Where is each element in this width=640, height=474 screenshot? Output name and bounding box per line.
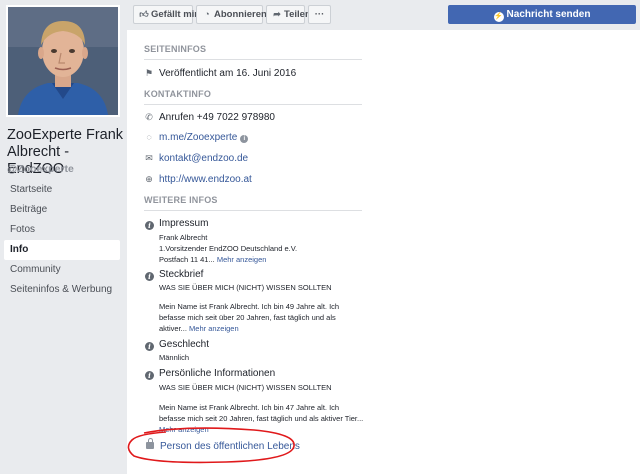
phone-icon: ✆ xyxy=(145,112,153,122)
impressum-line: Postfach 11 41... xyxy=(159,255,215,264)
info-badge-icon: i xyxy=(145,342,154,351)
steckbrief-title: Steckbrief xyxy=(159,269,204,280)
impressum-text: Frank Albrecht 1.Vorsitzender EndZOO Deu… xyxy=(159,232,369,265)
info-badge-icon: i xyxy=(145,371,154,380)
email-link[interactable]: kontakt@endzoo.de xyxy=(159,153,248,164)
like-button[interactable]: 👍︎ Gefällt mir xyxy=(133,5,198,24)
personal-info-text: WAS SIE ÜBER MICH (NICHT) WISSEN SOLLTEN… xyxy=(159,382,379,435)
more-label: ··· xyxy=(314,9,325,20)
share-button[interactable]: ➦ Teilen xyxy=(266,5,311,24)
envelope-icon: ✉ xyxy=(145,153,153,163)
impressum-title: Impressum xyxy=(159,218,209,229)
nav-item-seiteninfos-werbung[interactable]: Seiteninfos & Werbung xyxy=(4,280,120,300)
info-icon[interactable]: i xyxy=(240,135,249,143)
nav-item-beitraege[interactable]: Beiträge xyxy=(4,200,120,220)
website-link[interactable]: http://www.endzoo.at xyxy=(159,174,252,185)
section-heading-kontaktinfo: KONTAKTINFO xyxy=(144,89,212,99)
subscribe-label: Abonnieren xyxy=(214,9,267,20)
page-nav: Startseite Beiträge Fotos Info Community… xyxy=(4,180,120,300)
lock-icon xyxy=(146,438,154,449)
public-figure-link[interactable]: Person des öffentlichen Lebens xyxy=(160,441,300,452)
phone-text[interactable]: Anrufen +49 7022 978980 xyxy=(159,112,275,123)
flag-icon: ⚑ xyxy=(144,68,154,78)
impressum-line: Frank Albrecht xyxy=(159,233,208,242)
personal-info-line: Mein Name ist Frank Albrecht. Ich bin 47… xyxy=(159,403,340,412)
avatar[interactable] xyxy=(6,5,120,117)
send-message-button[interactable]: ⚡ Nachricht senden xyxy=(448,5,636,24)
steckbrief-line: WAS SIE ÜBER MICH (NICHT) WISSEN SOLLTEN xyxy=(159,283,332,292)
nav-item-fotos[interactable]: Fotos xyxy=(4,220,120,240)
messenger-icon: ⚡ xyxy=(493,12,504,22)
steckbrief-line: befasse mich seit über 20 Jahren, fast t… xyxy=(159,313,336,322)
personal-info-line: befasse mich seit 20 Jahren, fast täglic… xyxy=(159,414,364,423)
personal-info-line: WAS SIE ÜBER MICH (NICHT) WISSEN SOLLTEN xyxy=(159,383,332,392)
divider xyxy=(144,104,362,105)
published-text: Veröffentlicht am 16. Juni 2016 xyxy=(159,68,297,79)
rss-icon: ◔ xyxy=(204,9,210,19)
nav-item-startseite[interactable]: Startseite xyxy=(4,180,120,200)
section-heading-weitere-infos: WEITERE INFOS xyxy=(144,195,218,205)
divider xyxy=(144,210,362,211)
share-arrow-icon: ➦ xyxy=(273,9,281,19)
messenger-icon: ◌ xyxy=(146,132,152,142)
more-options-button[interactable]: ··· xyxy=(308,5,331,24)
like-label: Gefällt mir xyxy=(151,9,198,20)
share-label: Teilen xyxy=(284,9,311,20)
public-figure-row: Person des öffentlichen Lebens xyxy=(146,438,300,452)
steckbrief-text: WAS SIE ÜBER MICH (NICHT) WISSEN SOLLTEN… xyxy=(159,282,369,334)
thumbs-up-icon: 👍︎ xyxy=(139,9,149,19)
nav-item-info[interactable]: Info xyxy=(4,240,120,260)
messenger-link[interactable]: m.me/Zooexperte xyxy=(159,132,237,143)
profile-photo xyxy=(8,7,118,115)
geschlecht-title: Geschlecht xyxy=(159,339,210,350)
left-column: ZooExperte Frank Albrecht - EndZOO @Zooe… xyxy=(0,0,127,474)
section-heading-seiteninfos: SEITENINFOS xyxy=(144,44,207,54)
nav-item-community[interactable]: Community xyxy=(4,260,120,280)
page-handle[interactable]: @Zooexperte xyxy=(7,163,74,175)
subscribe-button[interactable]: ◔ Abonnieren xyxy=(196,5,267,24)
steckbrief-line: aktiver... xyxy=(159,324,187,333)
steckbrief-line: Mein Name ist Frank Albrecht. Ich bin 49… xyxy=(159,302,340,311)
send-message-label: Nachricht senden xyxy=(506,9,591,20)
divider xyxy=(144,59,362,60)
impressum-more-link[interactable]: Mehr anzeigen xyxy=(217,255,267,264)
personal-info-more-link[interactable]: Mehr anzeigen xyxy=(159,425,209,434)
info-badge-icon: i xyxy=(145,221,154,230)
info-badge-icon: i xyxy=(145,272,154,281)
globe-icon: ⊕ xyxy=(145,174,153,184)
impressum-line: 1.Vorsitzender EndZOO Deutschland e.V. xyxy=(159,244,298,253)
steckbrief-more-link[interactable]: Mehr anzeigen xyxy=(189,324,239,333)
geschlecht-value: Männlich xyxy=(159,353,190,362)
personal-info-title: Persönliche Informationen xyxy=(159,368,276,379)
